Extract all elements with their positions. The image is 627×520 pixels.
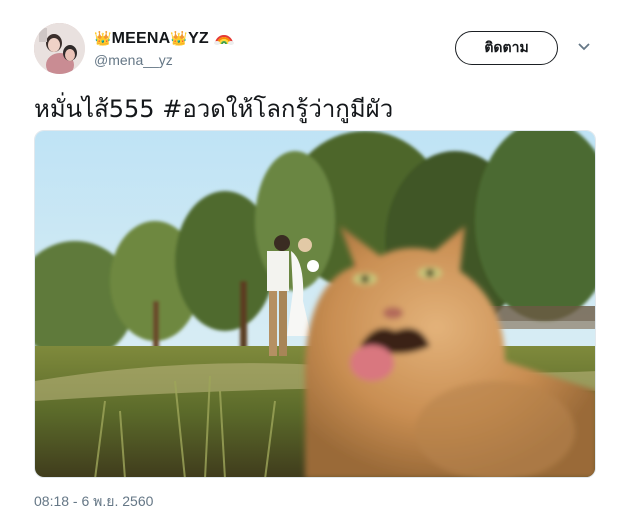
crown-icon: 👑 (94, 30, 112, 46)
tweet-text: หมั่นไส้555 #อวดให้โลกรู้ว่ากูมีผัว (34, 95, 394, 123)
chevron-down-icon[interactable] (577, 42, 591, 52)
avatar[interactable] (34, 23, 85, 74)
user-handle[interactable]: @mena__yz (94, 52, 173, 68)
display-name-text: MEENA (111, 30, 171, 47)
tweet-timestamp[interactable]: 08:18 - 6 พ.ย. 2560 (34, 491, 153, 513)
rainbow-icon (213, 35, 234, 45)
display-name[interactable]: 👑MEENA👑YZ (94, 29, 234, 48)
tweet-photo[interactable] (34, 130, 596, 478)
follow-button[interactable]: ติดตาม (455, 31, 558, 65)
avatar-image (34, 23, 85, 74)
crown-icon: 👑 (170, 30, 189, 46)
cat-photobombing-wedding-photo (35, 131, 595, 477)
display-name-text-2: YZ (188, 30, 209, 47)
tweet-card: 👑MEENA👑YZ @mena__yz ติดตาม หมั่นไส้555 #… (0, 0, 627, 520)
